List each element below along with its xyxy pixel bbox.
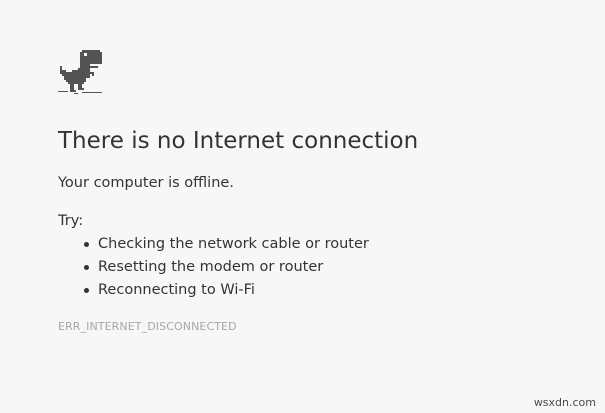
bullet-icon (84, 242, 89, 247)
suggestion-item: Checking the network cable or router (58, 233, 369, 256)
suggestion-text: Reconnecting to Wi-Fi (98, 282, 255, 298)
dino-icon (58, 50, 104, 94)
suggestion-item: Resetting the modem or router (58, 256, 369, 279)
page-title: There is no Internet connection (58, 128, 419, 154)
bullet-icon (84, 265, 89, 270)
bullet-icon (84, 288, 89, 293)
suggestion-text: Resetting the modem or router (98, 259, 324, 275)
error-code: ERR_INTERNET_DISCONNECTED (58, 320, 237, 333)
suggestions-list: Checking the network cable or router Res… (58, 233, 369, 302)
watermark: wsxdn.com (533, 396, 596, 409)
suggestion-item: Reconnecting to Wi-Fi (58, 279, 369, 302)
try-label: Try: (58, 213, 84, 229)
suggestion-text: Checking the network cable or router (98, 236, 369, 252)
offline-message: Your computer is offline. (58, 175, 234, 191)
